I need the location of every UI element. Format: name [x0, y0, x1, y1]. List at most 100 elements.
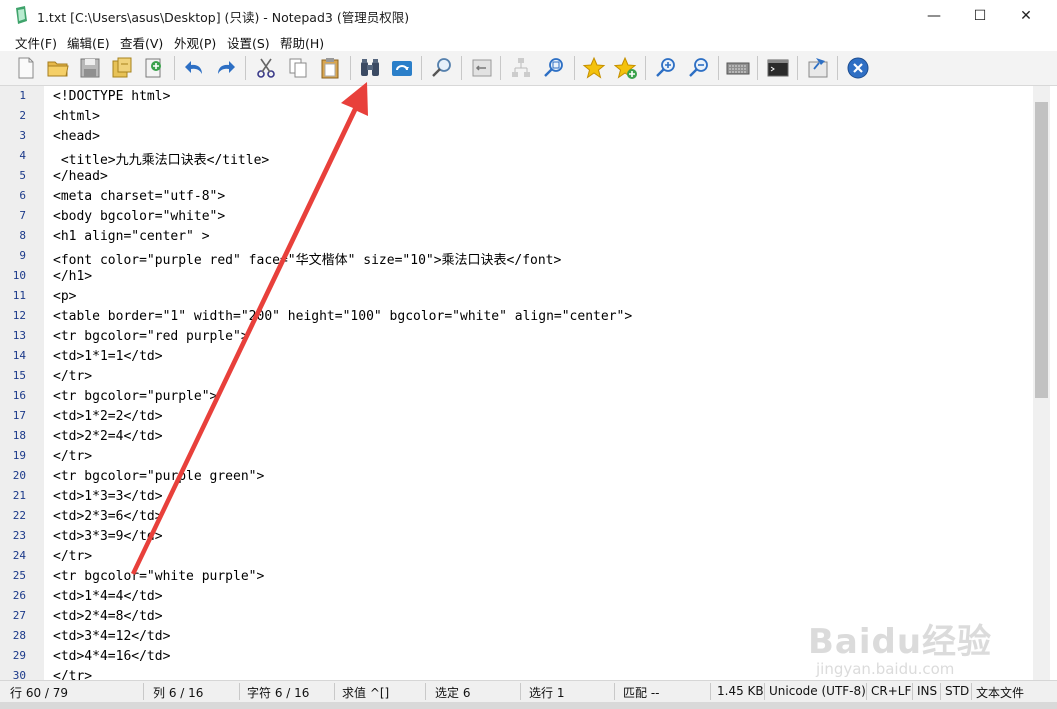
code-line[interactable]: <td>3*3=9</td> — [53, 529, 163, 544]
zoom-fit-icon[interactable] — [540, 54, 568, 82]
code-line[interactable]: </tr> — [53, 449, 92, 464]
code-line[interactable]: <html> — [53, 109, 100, 124]
code-line[interactable]: <tr bgcolor="purple green"> — [53, 469, 264, 484]
save-copy-icon[interactable] — [140, 54, 168, 82]
status-insert-mode[interactable]: INS — [917, 684, 937, 698]
open-folder-icon[interactable] — [44, 54, 72, 82]
line-number: 19 — [12, 449, 26, 462]
code-line[interactable]: <tr bgcolor="purple"> — [53, 389, 217, 404]
keyboard-icon[interactable] — [724, 54, 752, 82]
line-number: 15 — [12, 369, 26, 382]
baidu-watermark: Baidu经验 jingyan.baidu.com — [808, 594, 1008, 684]
close-button[interactable]: ✕ — [1003, 0, 1049, 31]
notepad3-app-icon — [16, 6, 27, 24]
save-icon[interactable] — [76, 54, 104, 82]
toolbar-separator — [574, 56, 575, 80]
code-line[interactable]: <head> — [53, 129, 100, 144]
code-line[interactable]: <font color="purple red" face="华文楷体" siz… — [53, 249, 561, 268]
status-file-size: 1.45 KB — [717, 684, 764, 698]
toolbar-separator — [837, 56, 838, 80]
find-magnifier-icon[interactable] — [428, 54, 456, 82]
code-line[interactable]: <td>1*3=3</td> — [53, 489, 163, 504]
watermark-url: jingyan.baidu.com — [816, 660, 955, 678]
status-match: 匹配 -- — [623, 686, 660, 700]
find-binoculars-icon[interactable] — [356, 54, 384, 82]
status-selected-lines: 选行 1 — [529, 686, 565, 700]
status-separator — [614, 683, 615, 700]
code-line[interactable]: <meta charset="utf-8"> — [53, 189, 225, 204]
menu-edit[interactable]: 编辑(E) — [67, 33, 110, 52]
status-encoding[interactable]: Unicode (UTF-8) — [769, 684, 866, 698]
word-wrap-icon[interactable] — [468, 54, 496, 82]
menu-file[interactable]: 文件(F) — [15, 33, 57, 52]
status-separator — [912, 683, 913, 700]
pin-icon[interactable] — [804, 54, 832, 82]
redo-icon[interactable] — [212, 54, 240, 82]
code-line[interactable]: <tr bgcolor="red purple"> — [53, 329, 249, 344]
minimize-button[interactable]: — — [911, 0, 957, 31]
line-number: 2 — [19, 109, 26, 122]
status-separator — [710, 683, 711, 700]
code-line[interactable]: <!DOCTYPE html> — [53, 89, 170, 104]
code-line[interactable]: </tr> — [53, 369, 92, 384]
line-number: 27 — [12, 609, 26, 622]
code-line[interactable]: <td>4*4=16</td> — [53, 649, 170, 664]
code-line[interactable]: <h1 align="center" > — [53, 229, 210, 244]
save-as-icon[interactable] — [108, 54, 136, 82]
menu-view[interactable]: 查看(V) — [120, 33, 163, 52]
line-number: 7 — [19, 209, 26, 222]
status-bar: 行 60 / 79 列 6 / 16 字符 6 / 16 求值 ^[] 选定 6… — [0, 680, 1057, 702]
status-line-ending[interactable]: CR+LF — [871, 684, 911, 698]
line-number: 5 — [19, 169, 26, 182]
zoom-out-icon[interactable] — [685, 54, 713, 82]
menu-settings[interactable]: 设置(S) — [227, 33, 270, 52]
menu-appearance[interactable]: 外观(P) — [174, 33, 216, 52]
line-number: 3 — [19, 129, 26, 142]
code-line[interactable]: <td>3*4=12</td> — [53, 629, 170, 644]
watermark-logo: Baidu经验 — [808, 622, 993, 662]
status-separator — [239, 683, 240, 700]
status-std[interactable]: STD — [945, 684, 969, 698]
code-line[interactable]: <title>九九乘法口诀表</title> — [53, 149, 269, 168]
zoom-in-icon[interactable] — [652, 54, 680, 82]
title-bar: 1.txt [C:\Users\asus\Desktop] (只读) - Not… — [0, 0, 1057, 31]
copy-icon[interactable] — [284, 54, 312, 82]
vertical-scrollbar[interactable] — [1033, 86, 1050, 680]
code-line[interactable]: </tr> — [53, 549, 92, 564]
menu-help[interactable]: 帮助(H) — [280, 33, 324, 52]
line-number: 11 — [12, 289, 26, 302]
code-line[interactable]: <body bgcolor="white"> — [53, 209, 225, 224]
code-line[interactable]: <td>1*2=2</td> — [53, 409, 163, 424]
code-line[interactable]: </tr> — [53, 669, 92, 680]
add-favorite-icon[interactable] — [612, 54, 640, 82]
favorite-star-icon[interactable] — [580, 54, 608, 82]
new-file-icon[interactable] — [12, 54, 40, 82]
line-number: 26 — [12, 589, 26, 602]
terminal-icon[interactable] — [764, 54, 792, 82]
code-line[interactable]: </head> — [53, 169, 108, 184]
code-line[interactable]: <p> — [53, 289, 76, 304]
exit-icon[interactable] — [844, 54, 872, 82]
code-line[interactable]: <table border="1" width="200" height="10… — [53, 309, 632, 324]
text-editor[interactable]: <!DOCTYPE html> <html> <head> <title>九九乘法口… — [44, 86, 1033, 680]
paste-icon[interactable] — [316, 54, 344, 82]
fold-tree-icon[interactable] — [507, 54, 535, 82]
code-line[interactable]: <td>2*3=6</td> — [53, 509, 163, 524]
code-line[interactable]: <td>2*2=4</td> — [53, 429, 163, 444]
maximize-button[interactable]: ☐ — [957, 0, 1003, 31]
code-line[interactable]: <td>2*4=8</td> — [53, 609, 163, 624]
line-number: 12 — [12, 309, 26, 322]
code-line[interactable]: </h1> — [53, 269, 92, 284]
replace-icon[interactable] — [388, 54, 416, 82]
code-line[interactable]: <td>1*4=4</td> — [53, 589, 163, 604]
scrollbar-thumb[interactable] — [1035, 102, 1048, 398]
line-number: 30 — [12, 669, 26, 680]
window-bottom-border — [0, 702, 1057, 709]
line-number: 23 — [12, 529, 26, 542]
status-selection: 选定 6 — [435, 686, 471, 700]
status-file-type[interactable]: 文本文件 — [976, 684, 1024, 701]
code-line[interactable]: <td>1*1=1</td> — [53, 349, 163, 364]
code-line[interactable]: <tr bgcolor="white purple"> — [53, 569, 264, 584]
undo-icon[interactable] — [180, 54, 208, 82]
cut-icon[interactable] — [252, 54, 280, 82]
